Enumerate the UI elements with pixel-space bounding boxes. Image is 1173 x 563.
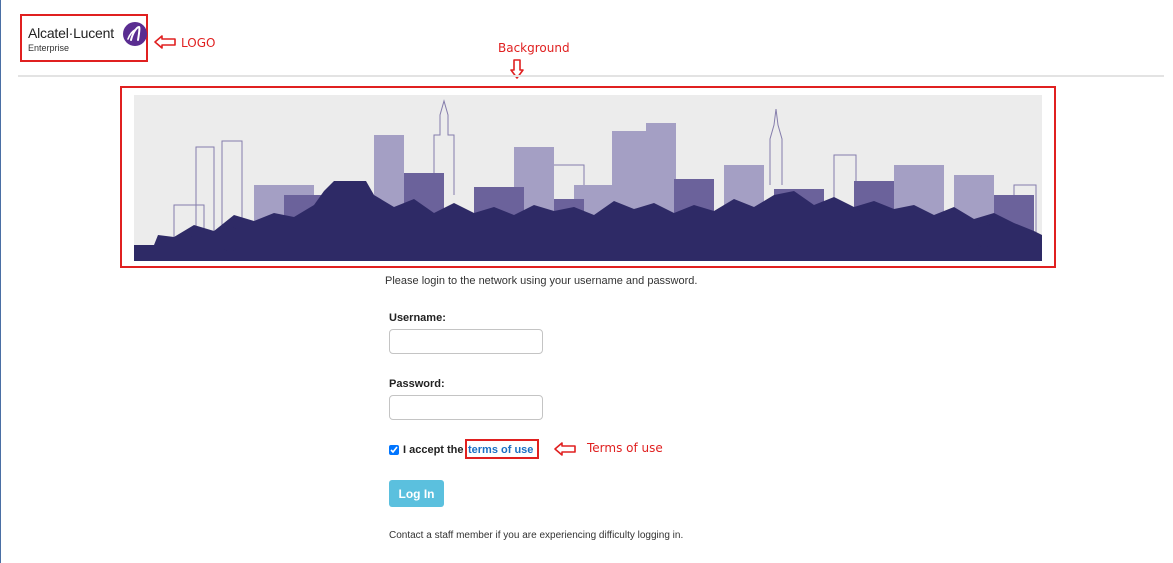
accept-terms-checkbox[interactable] <box>389 445 399 455</box>
password-label: Password: <box>389 378 445 390</box>
username-input[interactable] <box>389 329 543 354</box>
page-frame-edge <box>0 0 1 563</box>
login-button[interactable]: Log In <box>389 480 444 507</box>
password-input[interactable] <box>389 395 543 420</box>
accept-terms-label: I accept the <box>403 444 464 456</box>
logo-wordmark: Alcatel·Lucent <box>28 25 114 41</box>
skyline-banner-image <box>134 95 1042 261</box>
left-arrow-icon <box>154 35 176 49</box>
alcatel-logo-icon <box>123 22 147 46</box>
header-divider <box>18 75 1164 77</box>
logo-annotation-box: Alcatel·Lucent Enterprise <box>20 14 148 62</box>
logo-annotation-label: LOGO <box>181 36 216 50</box>
contact-staff-text: Contact a staff member if you are experi… <box>389 530 684 541</box>
username-label: Username: <box>389 312 446 324</box>
background-annotation-label: Background <box>498 41 570 55</box>
background-annotation-box <box>120 86 1056 268</box>
logo-subtitle: Enterprise <box>28 43 70 53</box>
terms-annotation-label: Terms of use <box>587 441 663 455</box>
left-arrow-icon <box>554 442 576 456</box>
terms-of-use-link[interactable]: terms of use <box>468 444 533 456</box>
login-intro-text: Please login to the network using your u… <box>385 275 698 287</box>
